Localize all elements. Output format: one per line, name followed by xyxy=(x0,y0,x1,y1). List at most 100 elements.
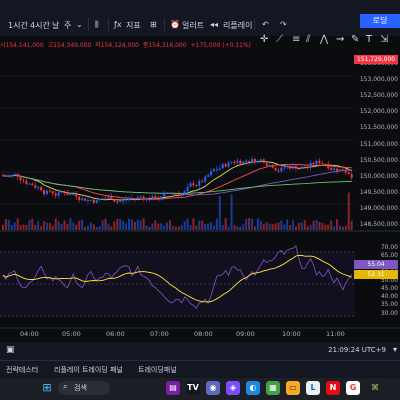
replay-button[interactable]: 리플레이 xyxy=(223,20,252,31)
last-price-tag: 151,729,000 xyxy=(354,55,398,64)
volume-bar xyxy=(43,221,46,230)
search-icon: ⌕ xyxy=(63,382,68,391)
interval-day[interactable]: 날 xyxy=(52,20,59,31)
store-icon[interactable]: ▦ xyxy=(266,381,280,395)
legend-high: 고154,349,000 xyxy=(47,42,92,49)
volume-bar xyxy=(19,225,22,230)
candle-body xyxy=(4,175,7,177)
volume-bar xyxy=(327,224,330,230)
interval-week[interactable]: 주 xyxy=(64,20,71,31)
candle-body xyxy=(139,196,142,198)
legend-low: 저154,124,000 xyxy=(95,42,139,49)
volume-bar xyxy=(321,222,324,230)
candle-body xyxy=(116,201,119,203)
taskbar-search[interactable]: ⌕ 검색 xyxy=(58,381,110,395)
candle-body xyxy=(233,161,236,163)
chevron-down-icon[interactable]: ⌄ xyxy=(76,20,83,29)
clock-time[interactable]: 21:09:24 UTC+9 xyxy=(328,346,386,354)
price-tick-label: 152,500,000 xyxy=(359,92,398,100)
volume-bar xyxy=(136,219,139,230)
pattern-icon[interactable]: ⋀ xyxy=(320,34,328,45)
volume-bar xyxy=(31,218,34,230)
volume-bar xyxy=(130,219,133,230)
tab-trading-panel[interactable]: 트레이딩패널 xyxy=(138,365,177,375)
fib-icon[interactable]: ⫽ xyxy=(306,34,310,45)
teams-icon[interactable]: ◉ xyxy=(206,381,220,395)
hline-icon[interactable]: ≡ xyxy=(292,34,300,45)
candle-type-icon[interactable]: ⫼ xyxy=(95,20,99,30)
volume-bar xyxy=(239,226,242,230)
time-tick-label: 11:00 xyxy=(326,330,345,338)
brush-icon[interactable]: ✎ xyxy=(351,34,359,45)
volume-bar xyxy=(84,226,87,230)
volume-bar xyxy=(37,221,40,230)
candle-body xyxy=(330,168,333,170)
volume-bar xyxy=(195,225,198,230)
volume-bar xyxy=(54,218,57,230)
chrome-icon[interactable]: G xyxy=(346,381,360,395)
l-app-icon[interactable]: L xyxy=(306,381,320,395)
candle-body xyxy=(212,169,215,172)
folder-icon[interactable]: ▭ xyxy=(286,381,300,395)
candle-body xyxy=(242,161,245,164)
candle-body xyxy=(268,165,271,167)
volume-bar xyxy=(227,226,230,230)
tab-replay-trading[interactable]: 리플레이 트레이딩 패널 xyxy=(54,365,123,375)
alert-icon[interactable]: ⏰ xyxy=(170,20,180,29)
tab-strategy-tester[interactable]: 전략테스터 xyxy=(6,365,38,375)
candle-body xyxy=(245,160,248,162)
app-icon-2[interactable]: ◈ xyxy=(226,381,240,395)
replay-icon[interactable]: ◂◂ xyxy=(210,20,218,29)
volume-bar xyxy=(245,219,248,230)
templates-icon[interactable]: ⊞ xyxy=(150,20,157,29)
candle-body xyxy=(312,162,315,165)
volume-bar xyxy=(177,226,180,230)
interval-1h[interactable]: 1시간 xyxy=(8,20,28,31)
tradingview-icon[interactable]: TV xyxy=(186,381,200,395)
volume-bar xyxy=(81,219,84,230)
volume-bar xyxy=(148,226,151,230)
volume-bar xyxy=(218,196,221,230)
edge-icon[interactable]: ◐ xyxy=(246,381,260,395)
volume-bar xyxy=(171,226,174,230)
price-axis[interactable]: 153,500,000153,000,000152,500,000152,000… xyxy=(354,52,400,332)
candle-body xyxy=(84,198,87,201)
settings-icon[interactable]: ▾ xyxy=(393,345,397,354)
app-icon-1[interactable]: ▤ xyxy=(166,381,180,395)
volume-bar xyxy=(57,221,60,230)
volume-bar xyxy=(338,225,341,230)
trendline-icon[interactable]: ⟋ xyxy=(276,34,283,45)
indicators-icon[interactable]: ƒx xyxy=(114,20,122,29)
candle-body xyxy=(204,176,207,182)
app-icon-3[interactable]: ⌘ xyxy=(368,381,382,395)
candle-body xyxy=(86,200,89,202)
volume-bar xyxy=(4,219,7,230)
volume-bar xyxy=(306,226,309,230)
drawing-tools: ✛ ⟋ ≡ ⫽ ⋀ ⇝ ✎ T ⇲ xyxy=(258,34,400,48)
candle-body xyxy=(309,162,312,168)
login-button[interactable]: 로딩 xyxy=(360,14,400,28)
volume-bar xyxy=(262,224,265,230)
price-chart[interactable] xyxy=(0,52,400,342)
volume-bar xyxy=(233,225,236,230)
text-icon[interactable]: T xyxy=(366,34,372,45)
interval-4h[interactable]: 4시간 xyxy=(30,20,50,31)
undo-icon[interactable]: ↶ xyxy=(262,20,269,29)
candle-body xyxy=(163,192,166,197)
alert-button[interactable]: 얼러트 xyxy=(182,20,204,31)
price-tick-label: 152,000,000 xyxy=(359,108,398,116)
calendar-icon[interactable]: ▣ xyxy=(6,345,15,355)
ma-slow-line xyxy=(2,169,352,196)
volume-bar xyxy=(303,219,306,230)
windows-start-icon[interactable]: ⊞ xyxy=(40,381,54,395)
candle-body xyxy=(336,168,339,172)
candle-body xyxy=(63,191,66,194)
candle-body xyxy=(321,163,324,165)
projection-icon[interactable]: ⇝ xyxy=(336,34,344,45)
redo-icon[interactable]: ↷ xyxy=(280,20,287,29)
candle-body xyxy=(48,190,51,192)
volume-bar xyxy=(265,222,268,230)
indicators-button[interactable]: 지표 xyxy=(126,20,141,31)
measure-icon[interactable]: ⇲ xyxy=(380,34,388,45)
netflix-icon[interactable]: N xyxy=(326,381,340,395)
